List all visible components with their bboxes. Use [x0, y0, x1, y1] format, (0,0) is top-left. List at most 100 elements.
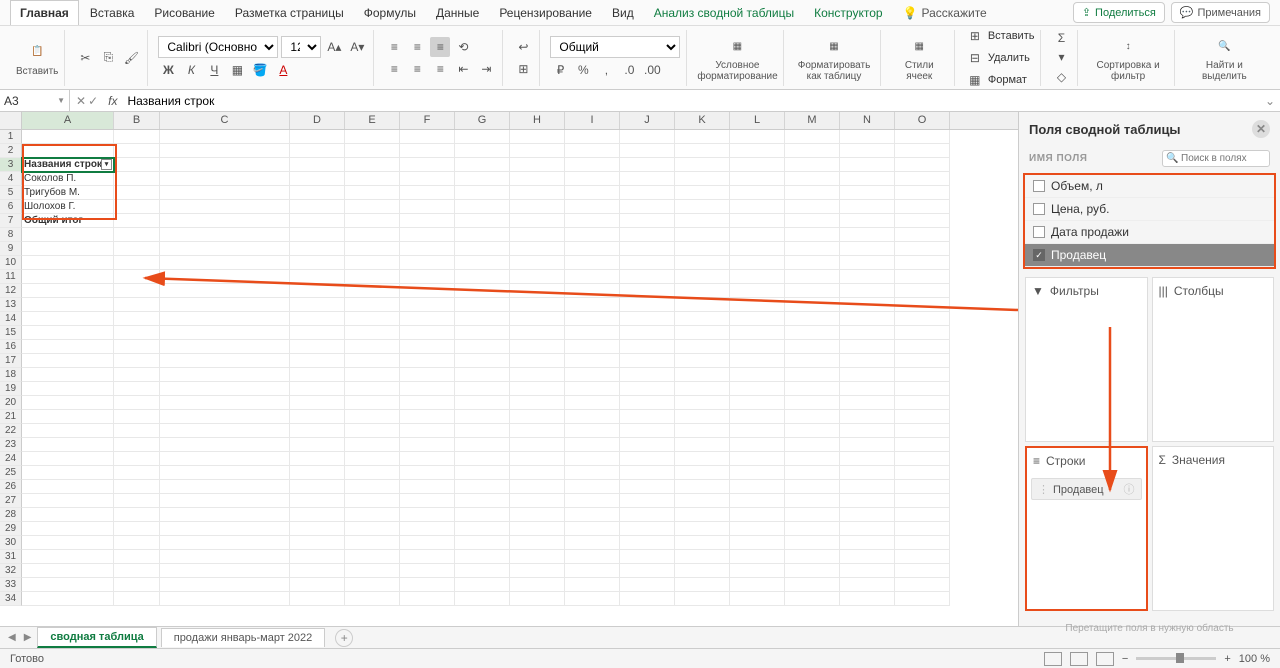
cell-A26[interactable]	[22, 480, 114, 494]
cell-K25[interactable]	[675, 466, 730, 480]
cell-D18[interactable]	[290, 368, 345, 382]
row-header-3[interactable]: 3	[0, 158, 22, 172]
cell-C22[interactable]	[160, 424, 290, 438]
cell-B33[interactable]	[114, 578, 160, 592]
cell-D6[interactable]	[290, 200, 345, 214]
cell-M12[interactable]	[785, 284, 840, 298]
cell-E20[interactable]	[345, 396, 400, 410]
cell-E14[interactable]	[345, 312, 400, 326]
close-pane-button[interactable]: ✕	[1252, 120, 1270, 138]
tab-view[interactable]: Вид	[603, 1, 643, 25]
row-header-27[interactable]: 27	[0, 494, 22, 508]
cancel-formula-icon[interactable]: ✕	[76, 94, 86, 108]
cell-G28[interactable]	[455, 508, 510, 522]
cell-D8[interactable]	[290, 228, 345, 242]
cell-M16[interactable]	[785, 340, 840, 354]
expand-formula-icon[interactable]: ⌄	[1260, 94, 1280, 108]
cell-I21[interactable]	[565, 410, 620, 424]
row-header-6[interactable]: 6	[0, 200, 22, 214]
cell-D24[interactable]	[290, 452, 345, 466]
sheet-tab-sales[interactable]: продажи январь-март 2022	[161, 628, 326, 647]
row-header-20[interactable]: 20	[0, 396, 22, 410]
checkbox-icon[interactable]	[1033, 180, 1045, 192]
cell-L15[interactable]	[730, 326, 785, 340]
cell-E11[interactable]	[345, 270, 400, 284]
cell-C19[interactable]	[160, 382, 290, 396]
cell-K9[interactable]	[675, 242, 730, 256]
cell-C26[interactable]	[160, 480, 290, 494]
cell-E13[interactable]	[345, 298, 400, 312]
cell-D16[interactable]	[290, 340, 345, 354]
cell-O2[interactable]	[895, 144, 950, 158]
cell-styles-button[interactable]: ▦ Стили ячеек	[891, 33, 948, 82]
cell-K7[interactable]	[675, 214, 730, 228]
tab-formulas[interactable]: Формулы	[355, 1, 425, 25]
prev-sheet-icon[interactable]: ◀	[6, 632, 18, 643]
row-header-13[interactable]: 13	[0, 298, 22, 312]
cell-E1[interactable]	[345, 130, 400, 144]
cell-K11[interactable]	[675, 270, 730, 284]
cell-A3[interactable]: Названия строк▾	[22, 158, 114, 172]
cell-A20[interactable]	[22, 396, 114, 410]
tab-pivot-analyze[interactable]: Анализ сводной таблицы	[645, 1, 803, 25]
cell-D5[interactable]	[290, 186, 345, 200]
cell-M14[interactable]	[785, 312, 840, 326]
cell-H24[interactable]	[510, 452, 565, 466]
comments-button[interactable]: 💬 Примечания	[1171, 2, 1270, 23]
font-select[interactable]: Calibri (Основной...	[158, 36, 278, 58]
cell-I33[interactable]	[565, 578, 620, 592]
cell-L11[interactable]	[730, 270, 785, 284]
cell-K14[interactable]	[675, 312, 730, 326]
cell-B20[interactable]	[114, 396, 160, 410]
cell-J6[interactable]	[620, 200, 675, 214]
cell-J26[interactable]	[620, 480, 675, 494]
cell-K33[interactable]	[675, 578, 730, 592]
cell-K13[interactable]	[675, 298, 730, 312]
cell-M17[interactable]	[785, 354, 840, 368]
cell-F3[interactable]	[400, 158, 455, 172]
cell-I17[interactable]	[565, 354, 620, 368]
row-header-8[interactable]: 8	[0, 228, 22, 242]
format-painter-icon[interactable]: 🖌	[121, 48, 141, 68]
cell-B21[interactable]	[114, 410, 160, 424]
cell-K4[interactable]	[675, 172, 730, 186]
cell-O30[interactable]	[895, 536, 950, 550]
row-header-21[interactable]: 21	[0, 410, 22, 424]
cell-J12[interactable]	[620, 284, 675, 298]
cut-icon[interactable]: ✂	[75, 48, 95, 68]
cell-A7[interactable]: Общий итог	[22, 214, 114, 228]
cell-J10[interactable]	[620, 256, 675, 270]
cell-F12[interactable]	[400, 284, 455, 298]
cell-B23[interactable]	[114, 438, 160, 452]
cell-I3[interactable]	[565, 158, 620, 172]
cell-A12[interactable]	[22, 284, 114, 298]
cell-K2[interactable]	[675, 144, 730, 158]
cell-K3[interactable]	[675, 158, 730, 172]
cell-F2[interactable]	[400, 144, 455, 158]
cell-C9[interactable]	[160, 242, 290, 256]
row-header-5[interactable]: 5	[0, 186, 22, 200]
cell-I12[interactable]	[565, 284, 620, 298]
cell-J34[interactable]	[620, 592, 675, 606]
increase-font-icon[interactable]: A▴	[324, 37, 344, 57]
cell-A1[interactable]	[22, 130, 114, 144]
cells[interactable]: Названия строк▾Соколов П.Тригубов М.Шоло…	[22, 130, 1018, 606]
sort-filter-button[interactable]: ↕ Сортировка и фильтр	[1088, 33, 1167, 82]
cell-N9[interactable]	[840, 242, 895, 256]
cell-O11[interactable]	[895, 270, 950, 284]
cell-K22[interactable]	[675, 424, 730, 438]
cell-F9[interactable]	[400, 242, 455, 256]
row-header-11[interactable]: 11	[0, 270, 22, 284]
cell-C13[interactable]	[160, 298, 290, 312]
cell-K28[interactable]	[675, 508, 730, 522]
cell-A29[interactable]	[22, 522, 114, 536]
cell-G2[interactable]	[455, 144, 510, 158]
cell-D21[interactable]	[290, 410, 345, 424]
indent-increase-icon[interactable]: ⇥	[476, 59, 496, 79]
cell-L10[interactable]	[730, 256, 785, 270]
cell-E12[interactable]	[345, 284, 400, 298]
field-volume[interactable]: Объем, л	[1025, 175, 1274, 198]
cell-G22[interactable]	[455, 424, 510, 438]
cell-B10[interactable]	[114, 256, 160, 270]
cell-M21[interactable]	[785, 410, 840, 424]
